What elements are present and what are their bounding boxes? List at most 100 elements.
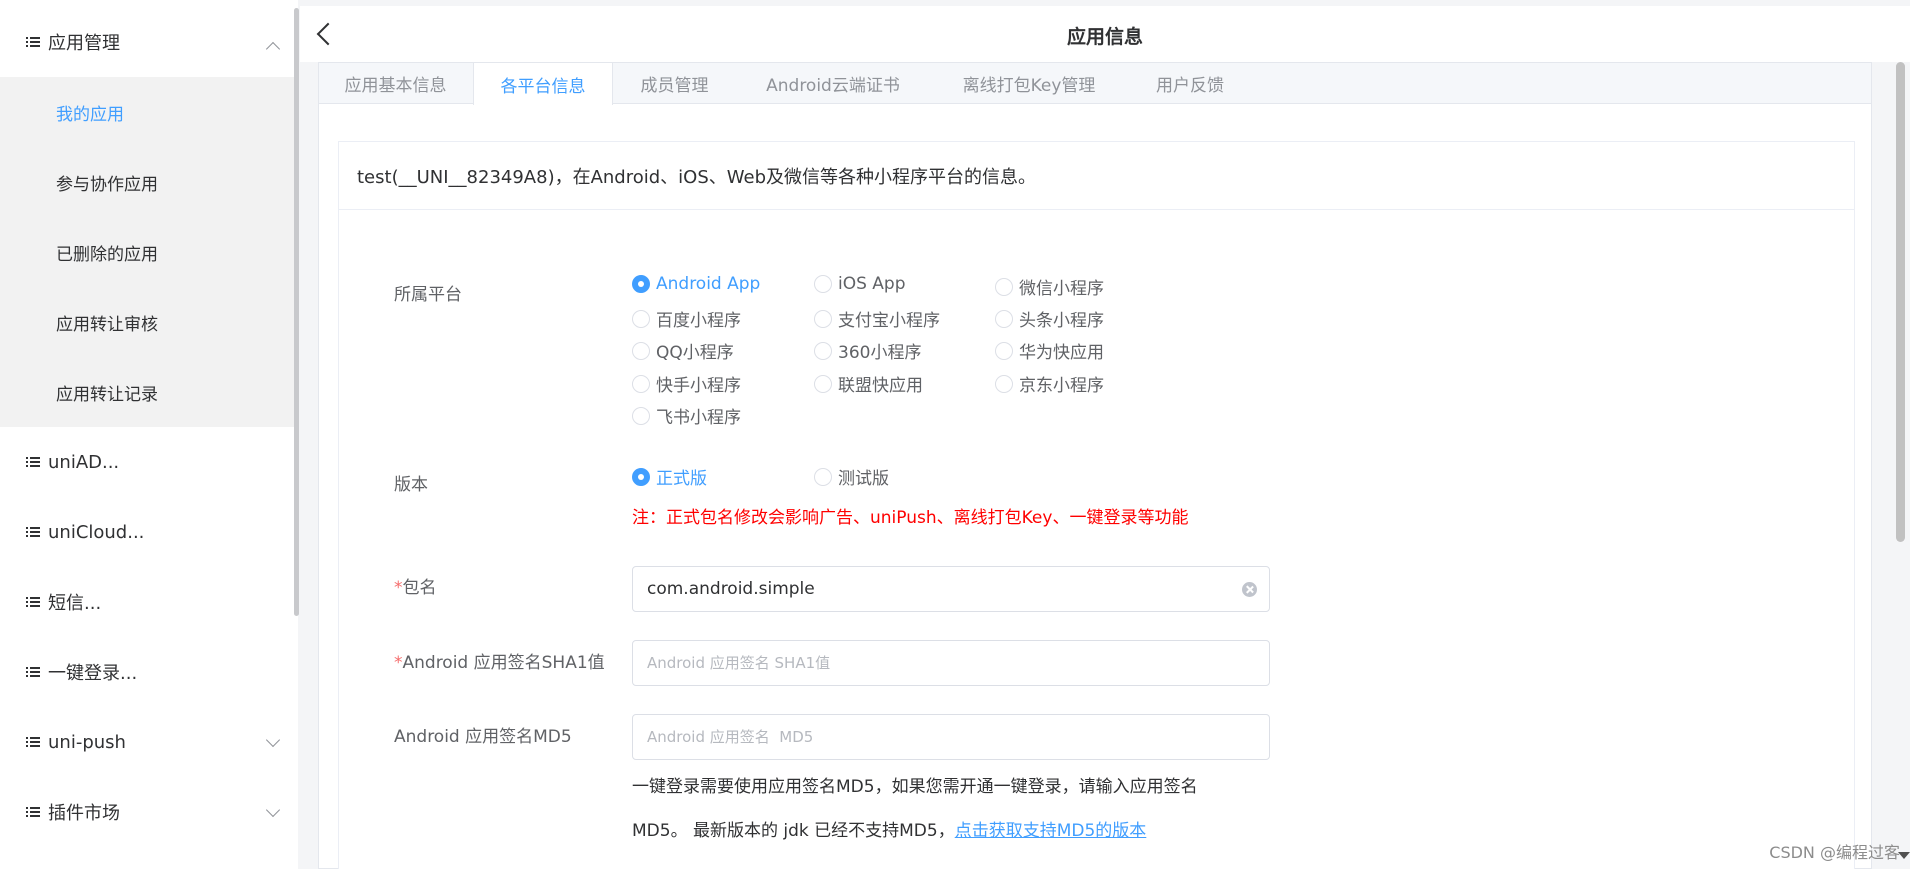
radio-dot [814,309,832,328]
caret-down-icon [1898,852,1910,859]
chevron-down-icon [265,802,281,818]
radio-dot [814,374,832,393]
radio-label: 快手小程序 [656,376,741,396]
md5-note-line2: MD5。 最新版本的 jdk 已经不支持MD5，点击获取支持MD5的版本 [632,816,1146,841]
menu-group-sms[interactable]: 短信... [0,567,294,637]
radio-label: 360小程序 [838,343,922,363]
radio-android-app[interactable]: Android App [632,274,760,294]
radio-toutiao-mp[interactable]: 头条小程序 [995,306,1104,331]
radio-alipay-mp[interactable]: 支付宝小程序 [814,306,940,331]
radio-test[interactable]: 测试版 [814,464,889,489]
radio-feishu-mp[interactable]: 飞书小程序 [632,403,741,428]
radio-dot [814,341,832,360]
main-card: 应用基本信息 各平台信息 成员管理 Android云端证书 离线打包Key管理 … [318,62,1872,869]
radio-dot [814,467,832,486]
version-label: 版本 [394,475,428,495]
package-label-text: 包名 [402,578,437,598]
platform-label: 所属平台 [394,285,462,305]
version-warning: 注：正式包名修改会影响广告、uniPush、离线打包Key、一键登录等功能 [632,508,1189,528]
radio-label: 头条小程序 [1019,311,1104,331]
menu-group-label: 应用管理 [48,33,120,54]
required-mark: * [394,653,403,673]
required-mark: * [394,578,403,598]
submenu-item-transfer-review[interactable]: 应用转让审核 [0,287,294,357]
list-icon [26,806,40,818]
radio-dot [995,374,1013,393]
tab-bar: 应用基本信息 各平台信息 成员管理 Android云端证书 离线打包Key管理 … [319,63,1871,105]
radio-baidu-mp[interactable]: 百度小程序 [632,306,741,331]
radio-label: 微信小程序 [1019,279,1104,299]
menu-group-uni-push[interactable]: uni-push [0,707,294,777]
md5-input[interactable] [647,728,1227,746]
radio-wechat-mp[interactable]: 微信小程序 [995,274,1104,299]
chevron-down-icon [265,732,281,748]
menu-group-label: uni-push [48,731,126,753]
list-icon [26,596,40,608]
submenu-item-my-apps[interactable]: 我的应用 [0,77,294,147]
tab-user-feedback[interactable]: 用户反馈 [1128,63,1252,104]
sidebar-scrollbar[interactable] [294,8,299,616]
sidebar: 应用管理 我的应用 参与协作应用 已删除的应用 应用转让审核 应用转让记录 un… [0,0,298,869]
watermark: CSDN @编程过客 [1769,843,1900,862]
radio-label: 支付宝小程序 [838,311,940,331]
list-icon [26,456,40,468]
md5-version-link[interactable]: 点击获取支持MD5的版本 [955,821,1147,841]
menu-group-one-click-login[interactable]: 一键登录... [0,637,294,707]
sha1-input[interactable] [647,654,1227,672]
sha1-label-text: Android 应用签名SHA1值 [402,653,605,673]
submenu-item-transfer-records[interactable]: 应用转让记录 [0,357,294,427]
page-scrollbar[interactable] [1896,62,1905,542]
sha1-field[interactable] [632,640,1270,686]
tab-members[interactable]: 成员管理 [614,63,735,104]
menu-group-label: 插件市场 [48,803,120,824]
radio-dot [632,275,650,293]
package-name-input[interactable] [647,579,1227,599]
clear-icon[interactable] [1242,582,1257,597]
radio-dot [632,406,650,425]
menu-group-label: 短信... [48,593,102,614]
radio-dot [632,341,650,360]
menu-group-label: 一键登录... [48,663,138,684]
md5-note-text: MD5。 最新版本的 jdk 已经不支持MD5， [632,821,955,841]
sha1-label: *Android 应用签名SHA1值 [394,648,605,673]
radio-label: 测试版 [838,469,889,489]
submenu-item-collab-apps[interactable]: 参与协作应用 [0,147,294,217]
tab-platform-info[interactable]: 各平台信息 [473,63,613,105]
tab-basic-info[interactable]: 应用基本信息 [319,63,472,104]
radio-label: 京东小程序 [1019,376,1104,396]
panel-heading: test(__UNI__82349A8)，在Android、iOS、Web及微信… [339,142,1854,210]
list-icon [26,666,40,678]
radio-dot [632,309,650,328]
package-label: *包名 [394,573,437,598]
radio-label: Android App [656,274,761,294]
radio-huawei-quickapp[interactable]: 华为快应用 [995,338,1104,363]
radio-dot [632,374,650,393]
menu-group-uniad[interactable]: uniAD... [0,427,294,497]
page-header: 应用信息 [300,6,1910,62]
radio-label: 正式版 [656,469,707,489]
menu-group-unicloud[interactable]: uniCloud... [0,497,294,567]
radio-qq-mp[interactable]: QQ小程序 [632,338,734,363]
submenu-item-deleted-apps[interactable]: 已删除的应用 [0,217,294,287]
list-icon [26,526,40,538]
page-title: 应用信息 [1066,26,1143,48]
radio-ios-app[interactable]: iOS App [814,274,906,294]
radio-label: QQ小程序 [656,343,734,363]
radio-kuaishou-mp[interactable]: 快手小程序 [632,371,741,396]
radio-jd-mp[interactable]: 京东小程序 [995,371,1104,396]
radio-dot [995,309,1013,328]
menu-group-plugin-market[interactable]: 插件市场 [0,777,294,847]
package-name-field[interactable] [632,566,1270,612]
md5-field[interactable] [632,714,1270,760]
radio-release[interactable]: 正式版 [632,464,707,489]
radio-dot [995,277,1013,296]
radio-dot [632,467,650,486]
list-icon [26,36,40,48]
md5-note-line1: 一键登录需要使用应用签名MD5，如果您需开通一键登录，请输入应用签名 [632,777,1198,797]
tab-android-cert[interactable]: Android云端证书 [736,63,930,104]
tab-offline-key[interactable]: 离线打包Key管理 [931,63,1127,104]
menu-group-app-management[interactable]: 应用管理 [0,7,294,77]
radio-dot [814,275,832,293]
radio-360-mp[interactable]: 360小程序 [814,338,921,363]
radio-union-quickapp[interactable]: 联盟快应用 [814,371,923,396]
